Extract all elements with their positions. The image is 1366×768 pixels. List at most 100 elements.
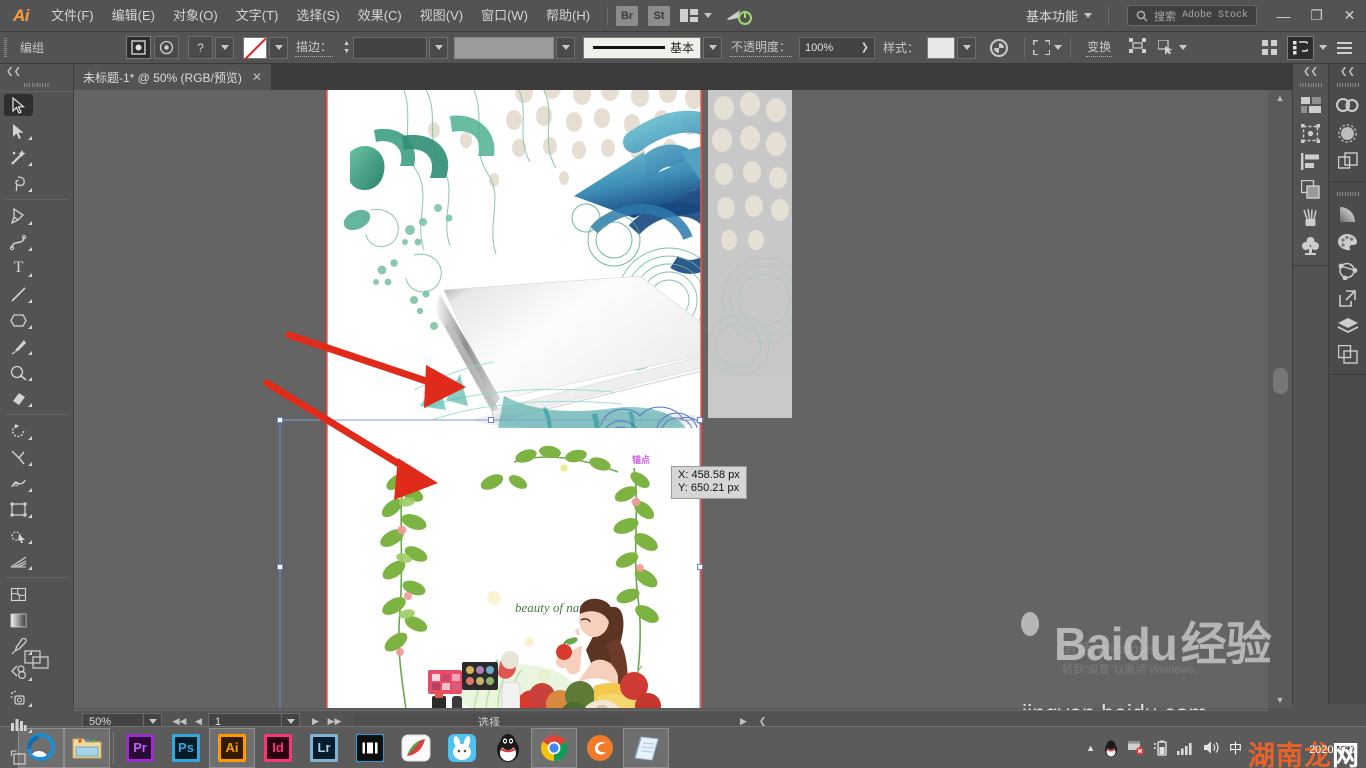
graphic-style-swatch[interactable] [927,36,956,59]
gradient-tool[interactable] [0,607,37,633]
menu-help[interactable]: 帮助(H) [537,0,599,32]
type-tool[interactable]: T [0,255,37,281]
free-transform-tool[interactable] [0,496,37,522]
tray-ime-indicator[interactable]: 中 [1229,738,1242,757]
stock-icon[interactable]: St [648,5,671,26]
shaper-tool[interactable] [0,359,37,385]
eraser-tool[interactable] [0,385,37,411]
taskbar-illustrator[interactable]: Ai [209,727,255,768]
direct-selection-tool[interactable] [0,118,37,144]
menu-window[interactable]: 窗口(W) [472,0,537,32]
variable-width-profile[interactable] [454,36,555,59]
bridge-icon[interactable]: Br [616,5,639,26]
document-tab[interactable]: 未标题-1* @ 50% (RGB/预览) ✕ [74,64,272,90]
isolate-group-button[interactable] [126,36,152,59]
opacity-input[interactable]: 100% ❯ [799,36,876,59]
opacity-label[interactable]: 不透明度： [730,38,793,57]
panel-menu-icon[interactable] [1337,41,1352,54]
recolor-artwork-button[interactable] [1033,40,1063,55]
artboards-panel-icon[interactable] [1293,91,1328,119]
brush-definition-dropdown[interactable] [703,36,723,59]
opacity-mask-icon[interactable] [990,38,1009,57]
pathfinder-icon[interactable] [1329,147,1366,175]
menu-effect[interactable]: 效果(C) [349,0,411,32]
artboard-options-icon[interactable] [1287,35,1314,60]
fill-dropdown[interactable] [215,36,235,59]
selection-handle[interactable] [697,564,703,570]
stroke-color-swatch[interactable] [243,36,268,59]
pathfinder-panel-icon[interactable] [1293,175,1328,203]
stock-search-input[interactable]: 搜索 Adobe Stock [1126,5,1257,26]
opacity-expand-icon[interactable]: ❯ [861,42,869,53]
taskbar-maxthon[interactable] [577,728,623,768]
selection-handle[interactable] [697,417,703,423]
vertical-scroll-thumb[interactable] [1273,368,1288,394]
stroke-weight-dropdown[interactable] [429,36,449,59]
workspace-switcher[interactable]: 基本功能 [1018,4,1100,28]
menu-edit[interactable]: 编辑(E) [103,0,164,32]
minimize-button[interactable]: — [1267,0,1300,32]
collapse-dock-icon[interactable]: ❮❮ [1329,64,1366,79]
taskbar-lightroom[interactable]: Lr [301,728,347,768]
color-panel-icon[interactable] [1329,228,1366,256]
selection-handle[interactable] [277,564,283,570]
symbols-panel-icon[interactable] [1293,231,1328,259]
taskbar-notes[interactable] [623,727,669,768]
menu-file[interactable]: 文件(F) [42,0,103,32]
brush-definition-preview[interactable]: 基本 [583,36,702,59]
paintbrush-tool[interactable] [0,333,37,359]
menu-object[interactable]: 对象(O) [164,0,227,32]
transform-button[interactable]: 变换 [1086,38,1113,57]
line-segment-tool[interactable] [0,281,37,307]
canvas-area[interactable]: beauty of nature 锚点 X: 458.58 px Y: 650.… [74,90,1268,708]
tools-panel-grip[interactable] [0,79,73,92]
links-panel-icon[interactable] [1329,284,1366,312]
taskbar-media-app[interactable] [393,728,439,768]
artboards-icon[interactable] [1329,340,1366,368]
pen-tool[interactable] [0,203,37,229]
layers-panel-icon[interactable] [1329,312,1366,340]
scale-tool[interactable] [0,444,37,470]
stroke-dropdown[interactable] [269,36,289,59]
graphic-style-dropdown[interactable] [957,36,977,59]
menu-type[interactable]: 文字(T) [227,0,288,32]
transform-panel-icon[interactable] [1293,119,1328,147]
symbol-sprayer-tool[interactable] [0,685,37,711]
gradient-panel-icon[interactable] [1329,200,1366,228]
lasso-tool[interactable] [0,170,37,196]
arrange-documents-icon[interactable] [680,9,713,22]
close-button[interactable]: ✕ [1333,0,1366,32]
color-guide-icon[interactable] [1329,119,1366,147]
selection-handle[interactable] [488,417,494,423]
scroll-up-icon[interactable]: ▲ [1268,90,1292,106]
brushes-panel-icon[interactable] [1293,203,1328,231]
taskbar-photoshop[interactable]: Ps [163,728,209,768]
taskbar-clock[interactable]: 2020/4/22 [1309,744,1358,756]
dock-grip[interactable] [1329,188,1366,200]
shape-tool[interactable] [0,307,37,333]
taskbar-indesign[interactable]: Id [255,728,301,768]
dock-grip[interactable] [1329,79,1366,91]
stroke-weight-input[interactable] [353,36,428,59]
taskbar-qq[interactable] [485,728,531,768]
rotate-tool[interactable] [0,418,37,444]
collapse-tools-icon[interactable]: ❮❮ [0,64,73,79]
taskbar-video-player[interactable] [347,728,393,768]
taskbar-chrome[interactable] [531,727,577,768]
magic-wand-tool[interactable] [0,144,37,170]
perspective-grid-tool[interactable] [0,548,37,574]
creative-cloud-libraries-icon[interactable] [1329,91,1366,119]
selection-handle[interactable] [277,417,283,423]
close-icon[interactable]: ✕ [252,70,262,84]
selection-tool[interactable] [0,92,37,118]
taskbar-rabbit-app[interactable] [439,728,485,768]
select-similar-icon[interactable] [1158,40,1188,55]
curvature-tool[interactable] [0,229,37,255]
stroke-weight-stepper[interactable]: ▲ ▼ [340,37,353,59]
dock-grip[interactable] [1293,79,1328,91]
isolate-object-button[interactable] [154,36,180,59]
align-objects-icon[interactable] [1129,37,1147,58]
stock-power-icon[interactable] [726,7,753,25]
taskbar-premiere[interactable]: Pr [117,728,163,768]
stroke-weight-label[interactable]: 描边： [295,38,334,57]
